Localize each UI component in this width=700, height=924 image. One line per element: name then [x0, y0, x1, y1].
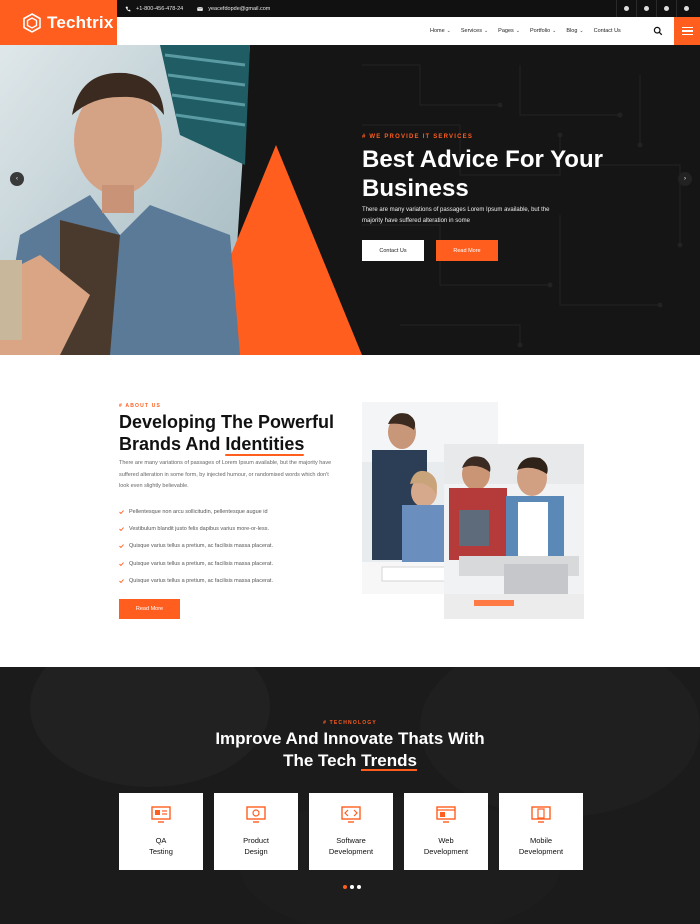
nav-label: Pages	[498, 28, 514, 34]
check-icon	[119, 509, 124, 514]
about-subtitle: # ABOUT US	[119, 403, 162, 409]
chevron-down-icon: ⌄	[579, 28, 584, 34]
email-contact[interactable]: yeacefdopde@gmail.com	[197, 6, 270, 12]
check-icon	[119, 562, 124, 566]
card-label: Mobile Development	[518, 836, 564, 856]
slider-prev-arrow-icon[interactable]: ‹	[10, 172, 24, 186]
phone-contact[interactable]: +1-800-456-478-24	[125, 6, 183, 12]
tech-subtitle: # TECHNOLOGY	[323, 720, 377, 726]
card-web-development[interactable]: Web Development	[404, 793, 488, 870]
tech-cards: QA Testing Product Design Software Developm…	[119, 793, 583, 870]
list-item-text: Vestibulum blandit justo felis dapibus v…	[129, 526, 270, 533]
nav-item-contact[interactable]: Contact Us	[594, 28, 621, 34]
card-label: Software Development	[328, 836, 374, 856]
tech-title-line1: Improve And Innovate Thats With	[215, 729, 485, 748]
phone-icon	[125, 6, 131, 11]
chevron-down-icon: ⌄	[446, 28, 451, 34]
tech-title-highlight: Trends	[361, 751, 417, 770]
slider-next-arrow-icon[interactable]: ›	[678, 172, 692, 186]
social-links	[616, 0, 696, 17]
nav-label: Services	[460, 28, 482, 34]
technology-section: # TECHNOLOGY Improve And Innovate Thats …	[0, 667, 700, 924]
carousel-pagination	[343, 885, 361, 889]
web-development-icon	[436, 806, 456, 823]
list-item-text: Quisque varius tellus a pretium, ac faci…	[129, 560, 273, 567]
about-title: Developing The Powerful Brands And Ident…	[119, 411, 359, 455]
hero-man-photo	[0, 45, 362, 355]
top-info-bar: +1-800-456-478-24 yeacefdopde@gmail.com	[117, 0, 700, 17]
nav-item-services[interactable]: Services ⌄	[461, 28, 488, 34]
nav-menu: Home ⌄ Services ⌄ Pages ⌄ Portfolio ⌄ Blog ⌄ …	[430, 17, 631, 45]
nav-item-home[interactable]: Home ⌄	[430, 28, 451, 34]
team-photo-secondary	[444, 444, 584, 619]
about-read-more-button[interactable]: Read More	[119, 599, 180, 619]
software-development-icon	[341, 806, 361, 823]
about-description: There are many variations of passages of…	[119, 460, 332, 489]
hero-subtitle: # WE PROVIDE IT SERVICES	[362, 134, 474, 140]
chevron-down-icon: ⌄	[552, 28, 557, 34]
list-item: Quisque varius tellus a pretium, ac faci…	[119, 555, 273, 572]
nav-label: Contact Us	[593, 28, 621, 34]
nav-label: Portfolio	[529, 28, 551, 34]
about-title-line1: Developing The Powerful	[119, 412, 335, 432]
card-software-development[interactable]: Software Development	[309, 793, 393, 870]
brand-logo[interactable]: Techtrix	[0, 0, 117, 45]
main-navbar: Home ⌄ Services ⌄ Pages ⌄ Portfolio ⌄ Blog ⌄ …	[117, 17, 700, 45]
tech-title-line2-pre: The Tech	[283, 751, 362, 770]
brand-name: Techtrix	[47, 12, 114, 32]
about-feature-list: Pellentesque non arcu sollicitudin, pell…	[119, 503, 273, 590]
check-icon	[119, 544, 124, 549]
contact-us-button[interactable]: Contact Us	[362, 240, 424, 261]
github-icon[interactable]	[636, 0, 656, 17]
pagination-dot[interactable]	[350, 885, 354, 889]
card-qa-testing[interactable]: QA Testing	[119, 793, 203, 870]
hero-read-more-button[interactable]: Read More	[436, 240, 498, 261]
nav-item-portfolio[interactable]: Portfolio ⌄	[530, 28, 556, 34]
list-item: Quisque varius tellus a pretium, ac faci…	[119, 538, 273, 555]
phone-number: +1-800-456-478-24	[136, 5, 184, 12]
card-label: Web Development	[423, 836, 469, 856]
pagination-dot[interactable]	[357, 885, 361, 889]
email-address: yeacefdopde@gmail.com	[208, 5, 271, 12]
hero-section: # WE PROVIDE IT SERVICES Best Advice For…	[0, 45, 700, 355]
card-mobile-development[interactable]: Mobile Development	[499, 793, 583, 870]
list-item: Quisque varius tellus a pretium, ac faci…	[119, 573, 273, 590]
list-item-text: Quisque varius tellus a pretium, ac faci…	[129, 578, 273, 585]
chevron-down-icon: ⌄	[515, 28, 520, 34]
product-design-icon	[246, 806, 266, 823]
check-icon	[119, 527, 124, 532]
list-item-text: Quisque varius tellus a pretium, ac faci…	[129, 543, 273, 550]
tech-title: Improve And Innovate Thats With The Tech…	[0, 728, 700, 772]
instagram-icon[interactable]	[656, 0, 676, 17]
mail-icon	[197, 6, 204, 11]
check-icon	[119, 579, 124, 584]
facebook-icon[interactable]	[616, 0, 636, 17]
card-label: QA Testing	[149, 836, 173, 856]
skype-icon[interactable]	[676, 0, 696, 17]
chevron-down-icon: ⌄	[483, 28, 489, 34]
pagination-dot-active[interactable]	[343, 885, 347, 889]
hero-description: There are many variations of passages Lo…	[362, 207, 550, 224]
card-product-design[interactable]: Product Design	[214, 793, 298, 870]
nav-item-pages[interactable]: Pages ⌄	[498, 28, 520, 34]
search-icon[interactable]	[653, 26, 663, 36]
qa-testing-icon	[151, 806, 171, 823]
hexagon-logo-icon	[23, 12, 41, 33]
about-title-line2-pre: Brands And	[119, 434, 226, 454]
about-title-highlight: Identities	[225, 434, 305, 454]
list-item-text: Pellentesque non arcu sollicitudin, pell…	[129, 508, 268, 515]
mobile-development-icon	[531, 806, 551, 823]
nav-item-blog[interactable]: Blog ⌄	[566, 28, 583, 34]
nav-label: Blog	[566, 28, 578, 34]
menu-toggle-button[interactable]	[674, 17, 700, 45]
card-label: Product Design	[243, 836, 269, 856]
hero-title: Best Advice For Your Business	[362, 146, 603, 202]
nav-label: Home	[430, 28, 445, 34]
list-item: Vestibulum blandit justo felis dapibus v…	[119, 520, 273, 537]
list-item: Pellentesque non arcu sollicitudin, pell…	[119, 503, 273, 520]
